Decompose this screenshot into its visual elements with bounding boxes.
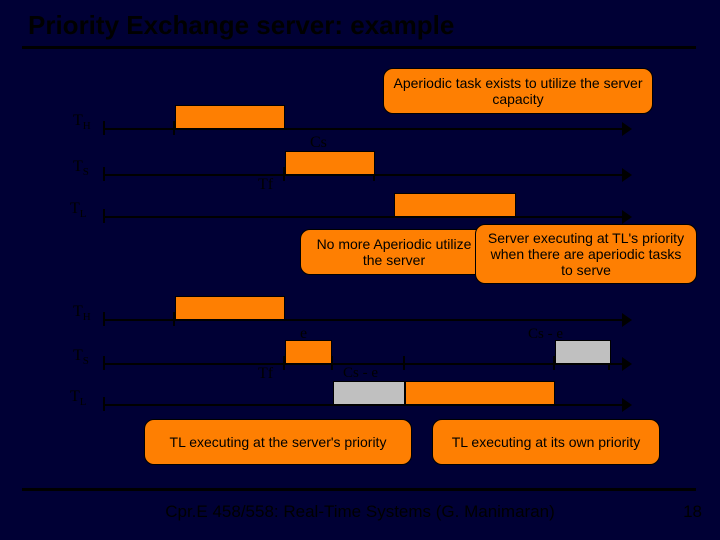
label-tf-2: Tf	[258, 365, 273, 383]
bar-th-2	[175, 296, 285, 320]
bar-tl-2	[405, 381, 555, 405]
callout-bottom-left: TL executing at the server's priority	[144, 419, 412, 465]
row-label-tl-1: TL	[70, 200, 87, 220]
label-cs-e-2: Cs - e	[343, 365, 378, 382]
row-label-tl-2: TL	[70, 388, 87, 408]
callout-mid-right: Server executing at TL's priority when t…	[475, 224, 697, 284]
callout-mid-left: No more Aperiodic utilize the server	[300, 229, 488, 275]
callout-top-right: Aperiodic task exists to utilize the ser…	[383, 68, 653, 114]
label-e: e	[300, 325, 307, 343]
label-cs-1: Cs	[310, 134, 327, 152]
bar-ts-e	[285, 340, 332, 364]
callout-bottom-right: TL executing at its own priority	[432, 419, 660, 465]
bar-tl-cs-e	[333, 381, 405, 405]
row-label-ts-2: TS	[73, 347, 89, 367]
row-label-ts-1: TS	[73, 158, 89, 178]
footer-rule	[22, 488, 696, 491]
bar-ts-cs-e	[555, 340, 611, 364]
slide-title: Priority Exchange server: example	[28, 10, 454, 41]
footer-text: Cpr.E 458/558: Real-Time Systems (G. Man…	[0, 502, 720, 522]
axis-tl-1	[103, 216, 623, 218]
bar-tl-1	[394, 193, 516, 217]
bar-th-1	[175, 105, 285, 129]
bar-ts-1	[285, 151, 375, 175]
title-rule	[22, 46, 696, 49]
label-tf-1: Tf	[258, 176, 273, 194]
label-cs-e-1: Cs - e	[528, 326, 563, 343]
row-label-th-1: TH	[73, 112, 91, 132]
row-label-th-2: TH	[73, 303, 91, 323]
page-number: 18	[683, 502, 702, 522]
